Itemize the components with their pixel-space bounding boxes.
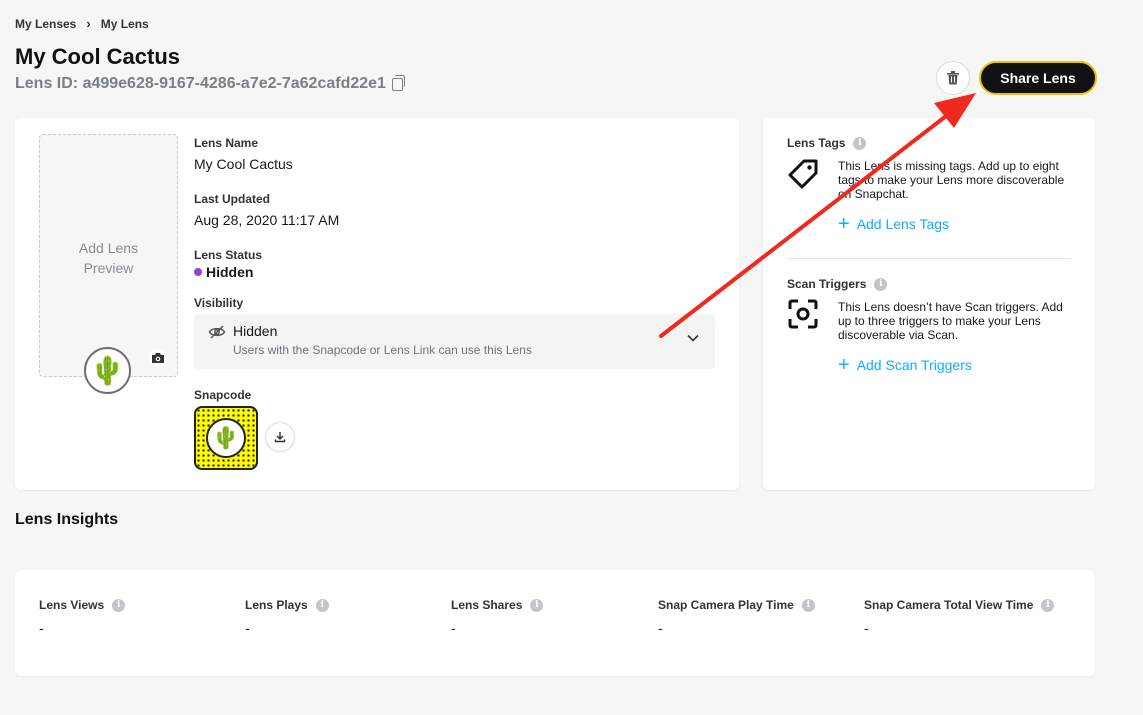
metric-snap-camera-total-view-time: Snap Camera Total View Time i -	[864, 598, 1055, 636]
metric-label: Snap Camera Play Time	[658, 598, 794, 612]
metric-value: -	[245, 620, 250, 636]
breadcrumb-current: My Lens	[100, 16, 149, 31]
scan-icon	[788, 299, 818, 329]
snapcode-label: Snapcode	[194, 388, 252, 402]
metric-lens-plays: Lens Plays i -	[245, 598, 329, 636]
metric-value: -	[451, 620, 456, 636]
tag-icon	[788, 159, 818, 189]
lens-icon-avatar[interactable]: 🌵	[84, 347, 131, 394]
lens-tags-title: Lens Tags i	[787, 136, 867, 150]
visibility-label: Visibility	[194, 296, 244, 310]
metric-label: Lens Shares	[451, 598, 523, 612]
lens-tags-description: This Lens is missing tags. Add up to eig…	[838, 159, 1065, 201]
lens-status-label: Lens Status	[194, 248, 263, 262]
copy-icon[interactable]	[391, 74, 405, 91]
divider	[787, 258, 1071, 259]
breadcrumb: My Lenses › My Lens	[15, 16, 149, 31]
delete-lens-button[interactable]	[936, 61, 970, 95]
add-lens-preview-label: Add Lens Preview	[40, 238, 177, 278]
lens-tags-title-text: Lens Tags	[787, 136, 846, 150]
lens-insights-heading: Lens Insights	[15, 511, 119, 528]
lens-insights-card: Lens Views i - Lens Plays i - Lens Shares i…	[15, 570, 1095, 676]
eye-off-icon	[208, 325, 226, 339]
add-scan-triggers-link[interactable]: + Add Scan Triggers	[838, 354, 972, 376]
cactus-emoji: 🌵	[90, 355, 125, 386]
lens-status: Hidden	[194, 264, 253, 280]
metric-value: -	[39, 620, 44, 636]
plus-icon: +	[838, 354, 850, 376]
scan-triggers-title-text: Scan Triggers	[787, 277, 867, 291]
camera-icon[interactable]	[149, 349, 167, 367]
metric-value: -	[864, 620, 869, 636]
preview-label-line1: Add Lens	[78, 240, 139, 256]
trash-icon	[947, 71, 959, 85]
visibility-value: Hidden	[233, 323, 278, 339]
chevron-right-icon: ›	[86, 16, 91, 31]
metric-snap-camera-play-time: Snap Camera Play Time i -	[658, 598, 815, 636]
cactus-emoji: 🌵	[212, 425, 240, 450]
info-icon[interactable]: i	[112, 598, 126, 612]
metric-lens-views: Lens Views i -	[39, 598, 126, 636]
page-title: My Cool Cactus	[15, 44, 181, 69]
metric-label: Lens Plays	[245, 598, 308, 612]
info-icon[interactable]: i	[530, 598, 544, 612]
add-scan-triggers-label: Add Scan Triggers	[856, 357, 972, 373]
scan-triggers-title: Scan Triggers i	[787, 277, 888, 291]
info-icon[interactable]: i	[874, 277, 888, 291]
preview-label-line2: Preview	[83, 260, 134, 276]
lens-name-label: Lens Name	[194, 136, 259, 150]
status-dot	[194, 268, 202, 276]
download-icon	[274, 432, 286, 443]
visibility-dropdown[interactable]: Hidden Users with the Snapcode or Lens L…	[194, 314, 715, 369]
last-updated-value: Aug 28, 2020 11:17 AM	[194, 212, 340, 228]
last-updated-label: Last Updated	[194, 192, 271, 206]
breadcrumb-my-lenses[interactable]: My Lenses	[15, 17, 76, 31]
chevron-down-icon	[687, 334, 699, 342]
add-lens-tags-link[interactable]: + Add Lens Tags	[838, 213, 950, 235]
lens-id: Lens ID: a499e628-9167-4286-a7e2-7a62caf…	[15, 74, 405, 93]
lens-status-value: Hidden	[206, 264, 254, 280]
info-icon[interactable]: i	[1041, 598, 1055, 612]
visibility-description: Users with the Snapcode or Lens Link can…	[233, 343, 532, 357]
lens-tags-card: Lens Tags i This Lens is missing tags. A…	[763, 118, 1095, 490]
share-lens-button[interactable]: Share Lens	[979, 61, 1097, 95]
metric-label: Lens Views	[39, 598, 105, 612]
scan-triggers-description: This Lens doesn’t have Scan triggers. Ad…	[838, 300, 1063, 342]
lens-id-text: Lens ID: a499e628-9167-4286-a7e2-7a62caf…	[15, 75, 386, 92]
info-icon[interactable]: i	[853, 136, 867, 150]
metric-lens-shares: Lens Shares i -	[451, 598, 544, 636]
plus-icon: +	[838, 213, 850, 235]
snapcode-image: 🌵	[194, 406, 258, 470]
download-snapcode-button[interactable]	[265, 422, 295, 452]
info-icon[interactable]: i	[801, 598, 815, 612]
lens-name-value: My Cool Cactus	[194, 156, 293, 172]
lens-details-card: Add Lens Preview 🌵 Lens Name My Cool Cac…	[15, 118, 739, 490]
add-lens-tags-label: Add Lens Tags	[856, 216, 950, 232]
metric-value: -	[658, 620, 663, 636]
info-icon[interactable]: i	[315, 598, 329, 612]
add-lens-preview[interactable]: Add Lens Preview	[39, 134, 178, 377]
metric-label: Snap Camera Total View Time	[864, 598, 1034, 612]
